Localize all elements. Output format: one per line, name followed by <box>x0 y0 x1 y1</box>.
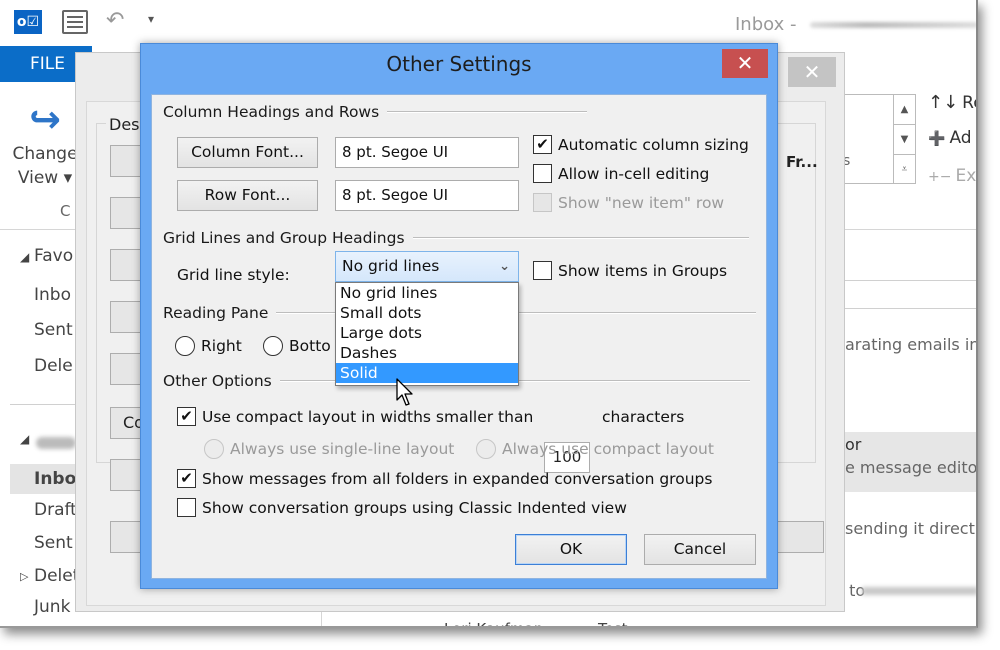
dropdown-option[interactable]: Large dots <box>336 323 518 343</box>
dropdown-option[interactable]: Small dots <box>336 303 518 323</box>
dialog-body: Column Headings and Rows Column Font... … <box>151 94 767 579</box>
grid-line-style-label: Grid line style: <box>177 266 290 284</box>
scroll-up-icon[interactable]: ▲ <box>894 95 915 125</box>
radio-icon <box>175 336 195 356</box>
gallery-scrollbar[interactable]: ▲ ▼ ⩡ <box>893 95 915 183</box>
checkbox-icon <box>177 498 196 517</box>
close-icon[interactable]: ✕ <box>788 57 836 87</box>
message-preview: arating emails in <box>845 335 978 354</box>
expand-collapse-button[interactable]: +−Exp <box>928 166 976 186</box>
window-title: Inbox - <box>735 14 797 35</box>
all-folders-checkbox[interactable]: ✔ Show messages from all folders in expa… <box>177 469 712 488</box>
grid-line-style-select[interactable]: No grid lines ⌄ <box>335 251 519 282</box>
new-item-row-checkbox: Show "new item" row <box>533 193 724 212</box>
checkbox-checked-icon: ✔ <box>533 135 552 154</box>
checkbox-icon <box>533 164 552 183</box>
other-settings-dialog: Other Settings ✕ Column Headings and Row… <box>140 43 778 589</box>
message-sender: Lori Kaufman <box>444 620 543 626</box>
collapse-caret-icon[interactable]: ◢ <box>20 432 29 446</box>
grid-line-style-dropdown: No grid lines Small dots Large dots Dash… <box>335 282 519 386</box>
in-cell-editing-checkbox[interactable]: Allow in-cell editing <box>533 164 709 183</box>
checkbox-checked-icon: ✔ <box>177 469 196 488</box>
column-font-field[interactable]: 8 pt. Segoe UI <box>335 137 519 168</box>
expand-caret-icon[interactable]: ▷ <box>20 570 28 583</box>
dialog-title: Other Settings <box>386 52 532 76</box>
chevron-down-icon: ⌄ <box>499 259 510 274</box>
checkbox-icon <box>533 261 552 280</box>
setting-value: Fr... <box>786 153 818 171</box>
section-column-headings: Column Headings and Rows <box>163 103 588 121</box>
ok-button[interactable]: OK <box>515 534 627 565</box>
dropdown-option-highlighted[interactable]: Solid <box>336 363 518 383</box>
redacted-recipient <box>862 587 976 595</box>
message-preview: or <box>845 435 862 454</box>
characters-label: characters <box>602 408 685 426</box>
collapse-caret-icon[interactable]: ◢ <box>20 250 29 264</box>
folder-item[interactable]: Inbo <box>34 285 71 305</box>
expand-collapse-icon: +− <box>928 169 952 185</box>
redacted-account-name <box>36 437 76 449</box>
folder-item[interactable]: Dele <box>34 356 73 376</box>
change-view-arrow-icon: ↪ <box>29 97 61 141</box>
redacted-account <box>810 22 976 28</box>
radio-icon <box>476 439 496 459</box>
quick-access-toolbar: o ☑ ↶ ▾ Inbox - <box>0 0 976 48</box>
message-preview: e message editor <box>845 458 978 477</box>
reading-pane-bottom-radio[interactable]: Botto <box>263 336 331 356</box>
compact-layout-radio: Always use compact layout <box>476 439 714 459</box>
single-line-layout-radio: Always use single-line layout <box>204 439 454 459</box>
section-rule <box>412 237 749 239</box>
checkbox-icon <box>533 193 552 212</box>
classic-indented-checkbox[interactable]: Show conversation groups using Classic I… <box>177 498 627 517</box>
row-font-button[interactable]: Row Font... <box>177 180 318 211</box>
add-columns-button[interactable]: ➕ Ad <box>928 128 972 148</box>
dropdown-option[interactable]: Dashes <box>336 343 518 363</box>
close-icon[interactable]: ✕ <box>722 49 768 78</box>
send-receive-icon[interactable] <box>62 10 88 34</box>
gallery-more-icon[interactable]: ⩡ <box>894 155 915 185</box>
mouse-cursor-icon <box>396 378 413 406</box>
row-font-field[interactable]: 8 pt. Segoe UI <box>335 180 519 211</box>
dropdown-option[interactable]: No grid lines <box>336 283 518 303</box>
outlook-logo-icon: o ☑ <box>14 10 42 34</box>
checkbox-checked-icon: ✔ <box>177 407 196 426</box>
arrangement-gallery[interactable]: s ▲ ▼ ⩡ <box>840 94 916 184</box>
customize-qat-icon[interactable]: ▾ <box>148 12 154 26</box>
compact-layout-checkbox[interactable]: ✔ Use compact layout in widths smaller t… <box>177 407 533 426</box>
reverse-sort-button[interactable]: ↑↓Re <box>928 92 976 113</box>
radio-icon <box>204 439 224 459</box>
section-grid-lines: Grid Lines and Group Headings <box>163 229 749 247</box>
message-subject: Test <box>598 620 628 626</box>
section-rule <box>387 111 588 113</box>
show-in-groups-checkbox[interactable]: Show items in Groups <box>533 261 727 280</box>
auto-column-sizing-checkbox[interactable]: ✔ Automatic column sizing <box>533 135 749 154</box>
change-view-button[interactable]: ↪ Change View ▾ <box>10 96 80 190</box>
folder-item[interactable]: Draft <box>34 500 77 520</box>
cancel-button[interactable]: Cancel <box>644 534 756 565</box>
radio-icon <box>263 336 283 356</box>
ribbon-group-label: C <box>60 202 71 220</box>
scroll-down-icon[interactable]: ▼ <box>894 125 915 155</box>
folder-item[interactable]: Sent <box>34 320 73 340</box>
add-column-icon: ➕ <box>928 131 946 147</box>
message-preview: sending it direct <box>845 519 975 538</box>
sort-icon: ↑↓ <box>928 92 959 113</box>
column-font-button[interactable]: Column Font... <box>177 137 318 168</box>
undo-icon[interactable]: ↶ <box>106 8 124 33</box>
favorites-header[interactable]: Favo <box>34 246 73 266</box>
folder-item[interactable]: Sent <box>34 533 73 553</box>
reading-pane-right-radio[interactable]: Right <box>175 336 242 356</box>
